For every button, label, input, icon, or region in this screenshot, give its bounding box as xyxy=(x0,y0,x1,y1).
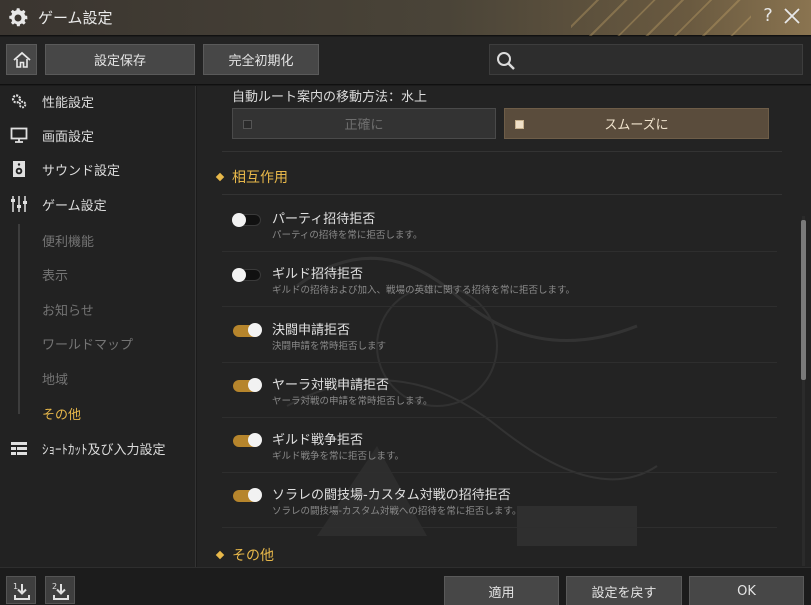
toggle-switch[interactable] xyxy=(233,433,262,447)
toggle-knob xyxy=(232,268,246,282)
setting-row-solare-arena: ソラレの闘技場-カスタム対戦の招待拒否 ソラレの闘技場-カスタム対戦への招待を常… xyxy=(222,473,777,528)
sidebar-subitem-label: お知らせ xyxy=(42,304,94,319)
setting-row-party-invite: パーティ招待拒否 パーティの招待を常に拒否します。 xyxy=(222,197,777,252)
divider xyxy=(222,151,782,152)
sidebar-subitem-label: その他 xyxy=(42,408,82,423)
sidebar-subitem-label: 便利機能 xyxy=(42,235,95,250)
setting-row-guild-war: ギルド戦争拒否 ギルド戦争を常に拒否します。 xyxy=(222,418,777,473)
sidebar-item-label: 性能設定 xyxy=(42,96,95,111)
window-title: ゲーム設定 xyxy=(38,9,113,27)
search-box[interactable] xyxy=(489,44,803,75)
sidebar-item-performance[interactable]: 性能設定 xyxy=(0,86,195,116)
toggle-switch[interactable] xyxy=(233,488,262,502)
sidebar-subitem-view[interactable]: 表示 xyxy=(0,260,195,288)
ok-button[interactable]: OK xyxy=(689,576,804,605)
svg-text:1: 1 xyxy=(13,582,18,591)
sidebar-item-sound[interactable]: サウンド設定 xyxy=(0,154,195,184)
setting-row-guild-invite: ギルド招待拒否 ギルドの招待および加入、戦場の英雄に関する招待を常に拒否します。 xyxy=(222,252,777,307)
title-decoration xyxy=(571,0,751,36)
toggle-knob xyxy=(248,323,262,337)
divider xyxy=(222,194,782,195)
sidebar-item-game[interactable]: ゲーム設定 xyxy=(0,189,195,219)
route-option-smooth[interactable]: スムーズに xyxy=(504,108,769,139)
sliders-icon xyxy=(11,196,27,212)
search-input[interactable] xyxy=(524,49,794,71)
section-header-other: その他 xyxy=(215,545,274,565)
setting-title: ギルド招待拒否 xyxy=(272,267,364,282)
sidebar-subitem-convenience[interactable]: 便利機能 xyxy=(0,226,195,254)
route-option-accurate[interactable]: 正確に xyxy=(232,108,496,139)
sidebar-subitem-world-map[interactable]: ワールドマップ xyxy=(0,329,195,357)
toggle-knob xyxy=(248,378,262,392)
footer: 1 2 適用 設定を戻す OK xyxy=(0,567,811,605)
setting-description: ソラレの闘技場-カスタム対戦への招待を常に拒否します。 xyxy=(272,506,522,517)
scrollbar-thumb[interactable] xyxy=(801,220,806,380)
title-bar: ゲーム設定 ? xyxy=(0,0,811,36)
toggle-knob xyxy=(248,488,262,502)
setting-description: 決闘申請を常時拒否します xyxy=(272,341,387,352)
help-button[interactable]: ? xyxy=(760,5,776,26)
save-settings-button[interactable]: 設定保存 xyxy=(45,44,195,75)
sidebar-subitem-other[interactable]: その他 xyxy=(0,399,195,427)
sidebar-item-label: 画面設定 xyxy=(42,130,95,145)
route-option-label: 正確に xyxy=(344,118,384,133)
setting-title: パーティ招待拒否 xyxy=(272,212,376,227)
sidebar-item-label: ゲーム設定 xyxy=(42,199,107,214)
setting-title: ギルド戦争拒否 xyxy=(272,433,364,448)
svg-text:2: 2 xyxy=(52,582,57,591)
settings-panel: 自動ルート案内の移動方法：水上 正確に スムーズに 相互作用 パーティ招待拒否 … xyxy=(197,86,811,567)
toggle-knob xyxy=(232,213,246,227)
monitor-icon xyxy=(10,127,28,143)
sidebar: 性能設定 画面設定 サウンド設定 ゲーム設定 便利機能 表示 お知らせ ワールド… xyxy=(0,86,196,567)
toolbar: 設定保存 完全初期化 xyxy=(0,37,811,85)
home-button[interactable] xyxy=(6,44,37,75)
setting-title: ヤーラ対戦申請拒否 xyxy=(272,378,390,393)
toggle-switch[interactable] xyxy=(232,268,261,282)
download-icon: 2 xyxy=(52,582,69,600)
sidebar-subitem-label: ワールドマップ xyxy=(42,338,134,353)
setting-description: ギルドの招待および加入、戦場の英雄に関する招待を常に拒否します。 xyxy=(272,285,576,296)
sidebar-subitem-label: 表示 xyxy=(42,269,69,284)
setting-description: ヤーラ対戦の申請を常時拒否します。 xyxy=(272,396,433,407)
radio-box xyxy=(515,120,524,129)
import-preset-1-button[interactable]: 1 xyxy=(6,576,36,604)
radio-box xyxy=(243,120,252,129)
keyboard-icon xyxy=(11,442,27,455)
gears-icon xyxy=(11,94,27,109)
home-icon xyxy=(13,51,31,68)
toggle-switch[interactable] xyxy=(233,378,262,392)
sidebar-subitem-label: 地域 xyxy=(42,373,69,388)
setting-description: パーティの招待を常に拒否します。 xyxy=(272,230,423,241)
import-preset-2-button[interactable]: 2 xyxy=(45,576,75,604)
setting-description: ギルド戦争を常に拒否します。 xyxy=(272,451,405,462)
full-reset-button[interactable]: 完全初期化 xyxy=(203,44,319,75)
sidebar-subitem-notice[interactable]: お知らせ xyxy=(0,295,195,323)
apply-button[interactable]: 適用 xyxy=(444,576,559,605)
route-method-label: 自動ルート案内の移動方法：水上 xyxy=(232,90,428,105)
sidebar-item-label: ｼｮｰﾄｶｯﾄ及び入力設定 xyxy=(42,443,166,458)
sidebar-subitem-region[interactable]: 地域 xyxy=(0,364,195,392)
sidebar-item-shortcut[interactable]: ｼｮｰﾄｶｯﾄ及び入力設定 xyxy=(0,433,195,463)
diamond-icon xyxy=(215,550,225,560)
sidebar-item-label: サウンド設定 xyxy=(42,164,121,179)
gear-icon xyxy=(9,8,28,27)
section-header-interaction: 相互作用 xyxy=(215,167,288,187)
revert-settings-button[interactable]: 設定を戻す xyxy=(566,576,682,605)
setting-row-duel-request: 決闘申請拒否 決闘申請を常時拒否します xyxy=(222,308,777,363)
toggle-switch[interactable] xyxy=(232,213,261,227)
setting-title: 決闘申請拒否 xyxy=(272,323,351,338)
search-icon xyxy=(497,52,515,70)
download-icon: 1 xyxy=(13,582,30,600)
setting-row-yara-battle: ヤーラ対戦申請拒否 ヤーラ対戦の申請を常時拒否します。 xyxy=(222,363,777,418)
setting-title: ソラレの闘技場-カスタム対戦の招待拒否 xyxy=(272,488,511,503)
toggle-knob xyxy=(248,433,262,447)
sidebar-item-display[interactable]: 画面設定 xyxy=(0,120,195,150)
diamond-icon xyxy=(215,172,225,182)
toggle-switch[interactable] xyxy=(233,323,262,337)
speaker-icon xyxy=(13,161,25,177)
route-option-label: スムーズに xyxy=(604,118,669,133)
close-icon[interactable] xyxy=(782,6,802,26)
